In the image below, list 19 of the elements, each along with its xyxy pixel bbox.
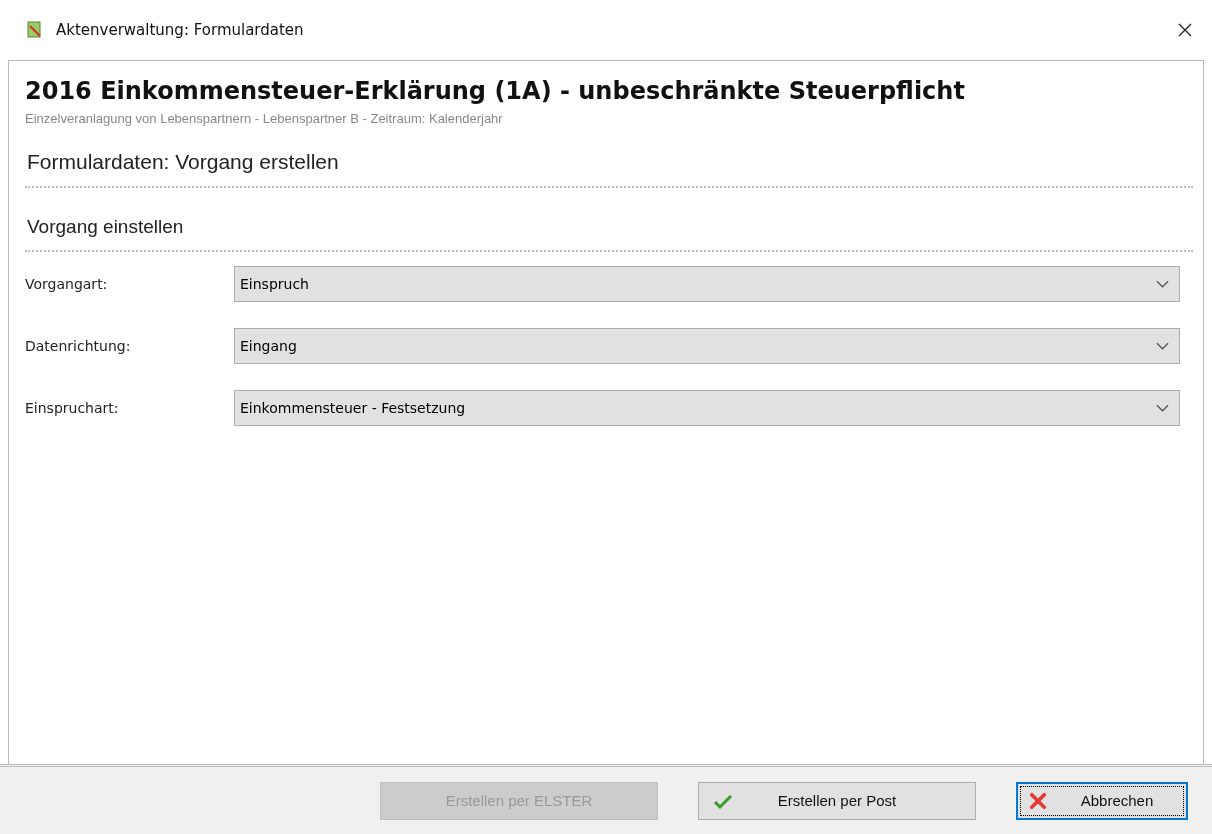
page-heading: Formulardaten: Vorgang erstellen (26, 150, 340, 174)
chevron-down-icon (1156, 404, 1169, 412)
window-title: Aktenverwaltung: Formulardaten (56, 21, 305, 39)
dropdown[interactable]: Eingang (234, 328, 1180, 364)
dialog-button[interactable]: Abbrechen (1016, 781, 1188, 820)
field-label: Einspruchart: (25, 400, 120, 416)
chevron-down-icon (1156, 280, 1169, 288)
form-subtitle: Einzelveranlagung von Lebenspartnern - Lebenspartner B - Zeitraum: Kalenderjahr (25, 111, 504, 126)
section-title: Vorgang einstellen (26, 216, 185, 238)
document-icon (26, 21, 44, 39)
close-icon (1177, 22, 1193, 38)
dropdown[interactable]: Einspruch (234, 266, 1180, 302)
dialog-button[interactable]: Erstellen per Post (698, 781, 976, 820)
field-label: Datenrichtung: (25, 338, 132, 354)
chevron-down-icon (1156, 342, 1169, 350)
cross-icon (1028, 791, 1048, 810)
field-label: Vorgangart: (25, 276, 109, 292)
form-title: 2016 Einkommensteuer-Erklärung (1A) - unbeschränkte Steuerpflicht (25, 77, 966, 105)
dropdown[interactable]: Einkommensteuer - Festsetzung (234, 390, 1180, 426)
